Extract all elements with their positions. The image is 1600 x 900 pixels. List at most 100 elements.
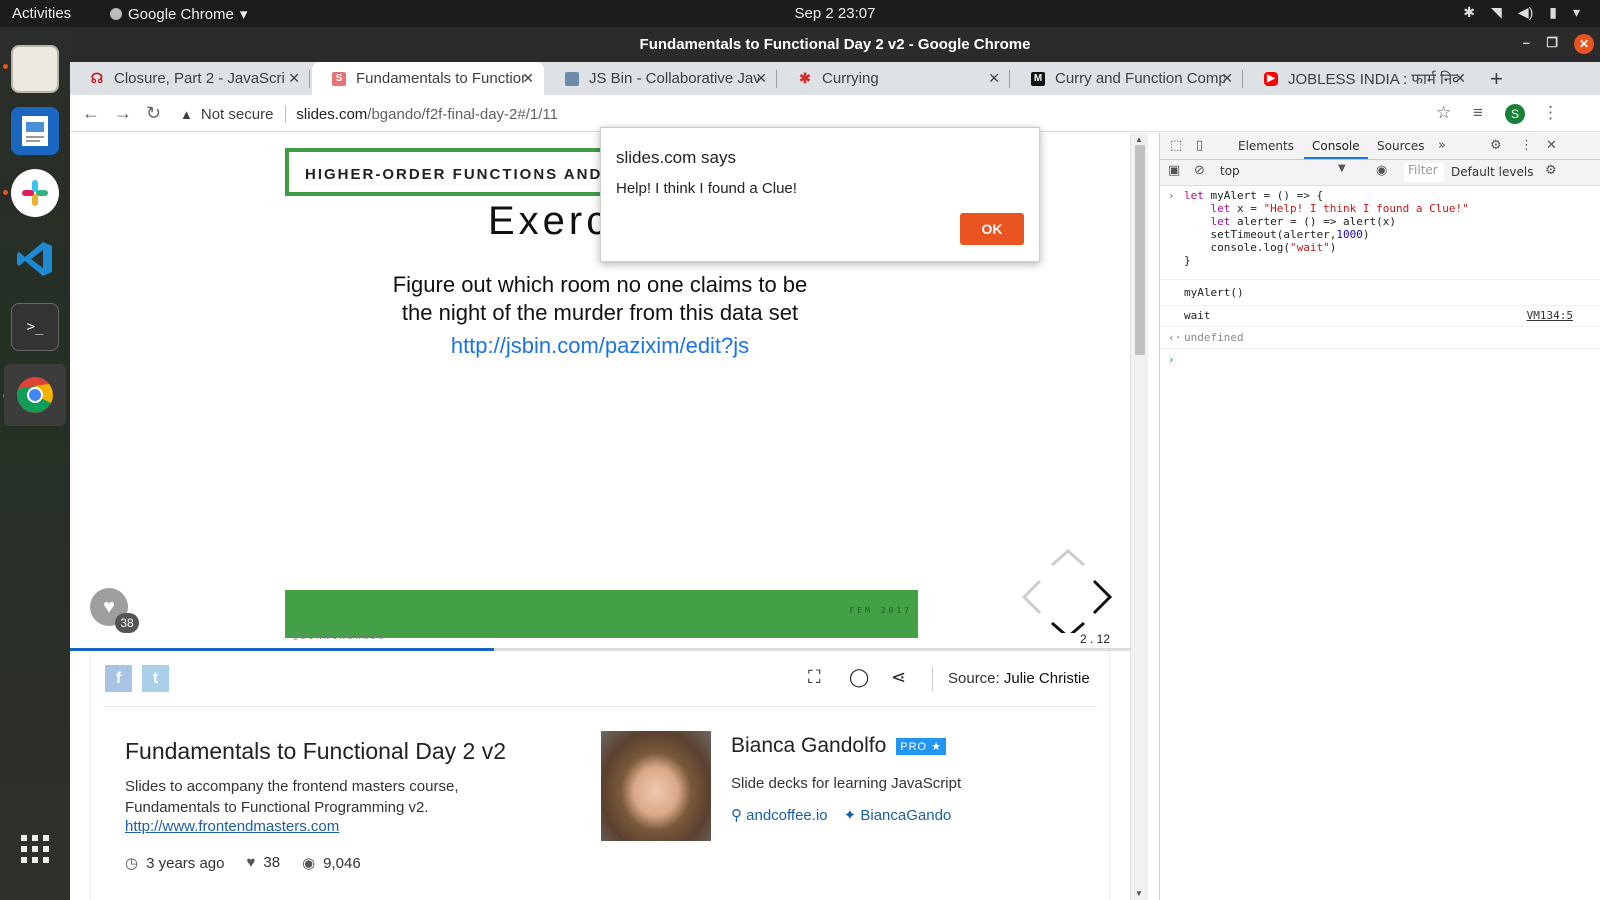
twitter-link[interactable]: ✦ BiancaGando bbox=[844, 806, 952, 824]
tab-closure[interactable]: ☊ Closure, Part 2 - JavaScript ✕ bbox=[70, 62, 310, 95]
terminal-icon[interactable]: >_ bbox=[11, 303, 59, 351]
title-bar[interactable]: Fundamentals to Functional Day 2 v2 - Go… bbox=[70, 27, 1600, 62]
filter-input[interactable]: Filter bbox=[1404, 163, 1444, 182]
age-text: 3 years ago bbox=[146, 855, 225, 872]
sidebar-toggle-icon[interactable]: ▣ bbox=[1168, 163, 1180, 178]
tab-label: Fundamentals to Functional bbox=[356, 70, 526, 87]
fullscreen-icon[interactable]: ⛶ bbox=[808, 667, 821, 688]
source-name[interactable]: Julie Christie bbox=[1004, 670, 1090, 687]
chrome-dock-slot[interactable] bbox=[4, 364, 66, 426]
system-tray[interactable]: ✱ ◥ ◀) ▮ ▾ bbox=[1463, 4, 1580, 21]
nav-up-icon[interactable] bbox=[1051, 549, 1085, 567]
deck-meta: ◷ 3 years ago ♥ 38 ◉ 9,046 bbox=[125, 854, 361, 872]
scroll-thumb[interactable] bbox=[1135, 145, 1145, 355]
pro-badge: PRO ★ bbox=[896, 737, 947, 755]
console-output[interactable]: › let myAlert = () => { let x = "Help! I … bbox=[1160, 187, 1600, 366]
minimize-button[interactable]: – bbox=[1523, 35, 1530, 50]
nav-right-icon[interactable] bbox=[1092, 579, 1113, 615]
facebook-share-button[interactable]: f bbox=[105, 665, 132, 692]
new-tab-button[interactable]: + bbox=[1490, 66, 1503, 92]
tab-jobless-india[interactable]: ▶ JOBLESS INDIA : फार्म निकाल ✕ bbox=[1244, 62, 1476, 95]
show-apps-icon[interactable] bbox=[11, 825, 59, 873]
activities-button[interactable]: Activities bbox=[12, 5, 71, 22]
ok-button[interactable]: OK bbox=[960, 213, 1024, 245]
close-tab-icon[interactable]: ✕ bbox=[522, 70, 534, 87]
jsbin-favicon-icon bbox=[565, 71, 579, 86]
heart-icon: ♥ bbox=[246, 854, 256, 871]
address-bar[interactable]: ▲ Not secure slides.com /bgando/f2f-fina… bbox=[180, 105, 558, 123]
bookmark-star-icon[interactable]: ☆ bbox=[1436, 103, 1451, 123]
tab-curry-composition[interactable]: M Curry and Function Composition ✕ bbox=[1011, 62, 1243, 95]
chevron-down-icon[interactable]: ▼ bbox=[1338, 163, 1346, 174]
slide-link[interactable]: http://jsbin.com/pazixim/edit?js bbox=[350, 333, 850, 359]
app-menu[interactable]: Google Chrome ▾ bbox=[110, 5, 247, 23]
tab-label: Closure, Part 2 - JavaScript bbox=[114, 70, 284, 87]
warning-icon[interactable]: ▲ bbox=[180, 107, 193, 122]
files-icon[interactable] bbox=[11, 45, 59, 93]
writer-icon[interactable] bbox=[11, 107, 59, 155]
chevron-down-icon[interactable]: ▾ bbox=[1573, 4, 1580, 21]
page-scrollbar[interactable]: ▲ ▼ bbox=[1130, 133, 1148, 900]
url-path: /bgando/f2f-final-day-2#/1/11 bbox=[367, 105, 558, 123]
close-tab-icon[interactable]: ✕ bbox=[988, 70, 1000, 87]
maximize-button[interactable]: ❐ bbox=[1546, 35, 1558, 51]
wifi-icon[interactable]: ◥ bbox=[1491, 4, 1502, 21]
network-icon[interactable]: ✱ bbox=[1463, 4, 1475, 21]
forward-icon[interactable]: → bbox=[114, 103, 132, 124]
settings-icon[interactable]: ⚙ bbox=[1490, 138, 1502, 153]
battery-icon[interactable]: ▮ bbox=[1549, 4, 1557, 21]
deck-title: Fundamentals to Functional Day 2 v2 bbox=[125, 738, 506, 764]
volume-icon[interactable]: ◀) bbox=[1518, 4, 1533, 21]
close-devtools-icon[interactable]: ✕ bbox=[1546, 138, 1557, 153]
security-label[interactable]: Not secure bbox=[201, 106, 274, 123]
author-name[interactable]: Bianca Gandolfo bbox=[731, 734, 886, 758]
more-tabs-icon[interactable]: » bbox=[1438, 138, 1446, 153]
window-title: Fundamentals to Functional Day 2 v2 - Go… bbox=[639, 36, 1031, 53]
tab-label: JS Bin - Collaborative JavaScript bbox=[589, 70, 759, 87]
console-prompt[interactable]: › bbox=[1160, 348, 1600, 366]
scroll-down-icon[interactable]: ▼ bbox=[1135, 889, 1143, 898]
deck-link[interactable]: http://www.frontendmasters.com bbox=[125, 818, 339, 835]
vscode-icon[interactable] bbox=[11, 235, 59, 283]
tab-strip: ☊ Closure, Part 2 - JavaScript ✕ S Funda… bbox=[70, 62, 1600, 95]
close-tab-icon[interactable]: ✕ bbox=[288, 70, 300, 87]
tab-fundamentals[interactable]: S Fundamentals to Functional ✕ bbox=[312, 62, 544, 95]
back-icon[interactable]: ← bbox=[82, 103, 100, 124]
heart-icon: ♥ bbox=[103, 596, 115, 618]
console-settings-icon[interactable]: ⚙ bbox=[1545, 163, 1557, 178]
media-control-icon[interactable]: ≡ bbox=[1473, 103, 1483, 123]
tab-jsbin[interactable]: JS Bin - Collaborative JavaScript ✕ bbox=[545, 62, 777, 95]
twitter-share-button[interactable]: t bbox=[142, 665, 169, 692]
author-avatar[interactable] bbox=[601, 731, 711, 841]
close-tab-icon[interactable]: ✕ bbox=[1454, 70, 1466, 87]
nav-left-icon[interactable] bbox=[1021, 579, 1042, 615]
console-return-line: ‹· undefined bbox=[1160, 326, 1600, 348]
website-link[interactable]: ⚲ andcoffee.io bbox=[731, 806, 828, 824]
inspect-icon[interactable]: ⬚ bbox=[1170, 138, 1182, 153]
close-window-button[interactable]: ✕ bbox=[1574, 34, 1594, 54]
reload-icon[interactable]: ↻ bbox=[146, 103, 161, 124]
share-icon[interactable]: ⋖ bbox=[891, 667, 906, 688]
tab-currying[interactable]: ✱ Currying ✕ bbox=[778, 62, 1010, 95]
slide-counter: 2 . 12 bbox=[1080, 632, 1111, 646]
scroll-up-icon[interactable]: ▲ bbox=[1135, 135, 1143, 144]
profile-avatar[interactable]: S bbox=[1505, 104, 1525, 124]
slack-icon[interactable] bbox=[11, 169, 59, 217]
clear-console-icon[interactable]: ⊘ bbox=[1194, 163, 1205, 178]
eye-icon: ◉ bbox=[302, 855, 316, 872]
more-options-icon[interactable]: ⋮ bbox=[1520, 138, 1533, 153]
close-tab-icon[interactable]: ✕ bbox=[755, 70, 767, 87]
context-selector[interactable]: top bbox=[1220, 164, 1352, 182]
chrome-menu-icon[interactable]: ⋮ bbox=[1542, 103, 1559, 123]
clock[interactable]: Sep 2 23:07 bbox=[780, 5, 890, 22]
levels-dropdown[interactable]: Default levels bbox=[1451, 165, 1533, 179]
comment-icon[interactable]: ◯ bbox=[849, 667, 869, 688]
eye-icon[interactable]: ◉ bbox=[1376, 163, 1387, 178]
tab-sources[interactable]: Sources bbox=[1377, 139, 1424, 153]
deck-description: Slides to accompany the frontend masters… bbox=[125, 778, 459, 816]
device-toolbar-icon[interactable]: ▯ bbox=[1196, 138, 1203, 153]
source-link[interactable]: VM134:5 bbox=[1527, 309, 1573, 322]
tab-console[interactable]: Console bbox=[1304, 139, 1368, 159]
tab-elements[interactable]: Elements bbox=[1238, 139, 1294, 153]
close-tab-icon[interactable]: ✕ bbox=[1221, 70, 1233, 87]
